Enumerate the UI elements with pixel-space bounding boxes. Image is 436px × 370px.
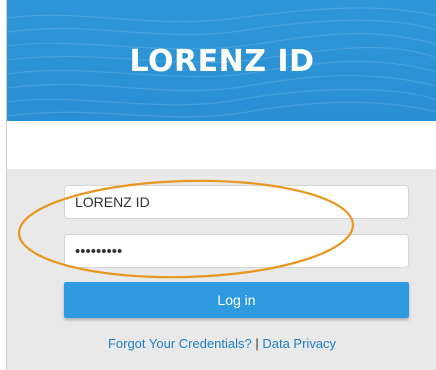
password-field[interactable]: [64, 234, 409, 268]
spacer-band: [7, 121, 436, 169]
header-banner: LORENZ ID: [7, 0, 436, 121]
forgot-credentials-link[interactable]: Forgot Your Credentials?: [108, 336, 252, 351]
link-separator: |: [251, 336, 263, 351]
login-page: LORENZ ID Log in Forgot Your Credentials…: [6, 0, 436, 370]
username-field[interactable]: [64, 185, 409, 219]
page-title: LORENZ ID: [129, 44, 315, 79]
data-privacy-link[interactable]: Data Privacy: [262, 336, 336, 351]
footer-links: Forgot Your Credentials? | Data Privacy: [7, 336, 436, 351]
login-button[interactable]: Log in: [64, 282, 409, 318]
login-form: Log in Forgot Your Credentials? | Data P…: [7, 169, 436, 370]
